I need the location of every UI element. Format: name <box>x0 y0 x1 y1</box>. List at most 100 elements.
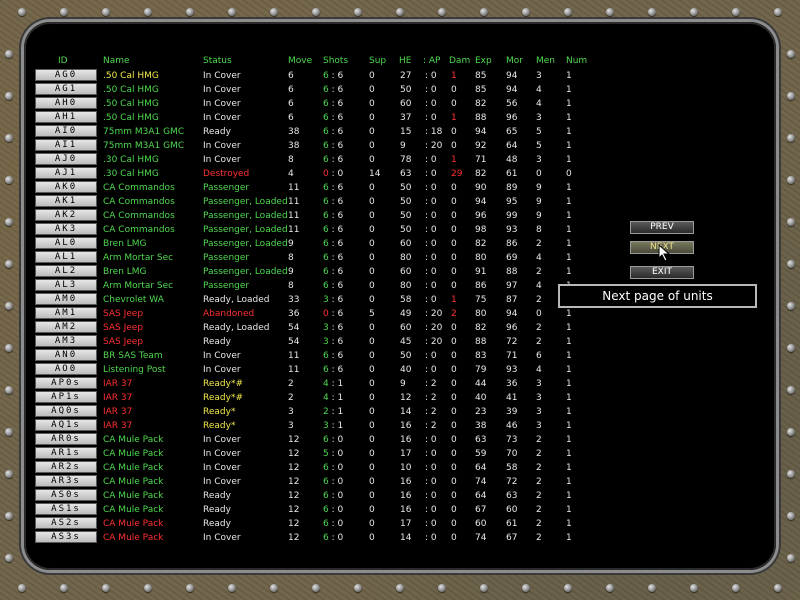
unit-he: 16 <box>400 435 412 445</box>
unit-shots: 6 : 6 <box>323 154 343 166</box>
table-row[interactable]: AH0.50 Cal HMG In Cover 6 6 : 6 0 60: 0 0 82 56 4… <box>0 97 800 111</box>
table-row[interactable]: AQ1s IAR 37 Ready* 3 3 : 1 0 16: 2 0 38 46 3 1 <box>0 419 800 433</box>
unit-num: 1 <box>566 183 572 193</box>
table-row[interactable]: AR0s CA Mule Pack In Cover 12 6 : 0 0 16: 0 0 63… <box>0 433 800 447</box>
unit-id-button[interactable]: AM2 <box>35 321 97 333</box>
table-row[interactable]: AJ0.30 Cal HMG In Cover 8 6 : 6 0 78: 0 1 71 48 3… <box>0 153 800 167</box>
unit-status: Passenger <box>203 183 250 193</box>
unit-id-button[interactable]: AH0 <box>35 97 97 109</box>
unit-sup: 0 <box>369 337 375 347</box>
unit-id-button[interactable]: AK1 <box>35 195 97 207</box>
unit-id-button[interactable]: AL0 <box>35 237 97 249</box>
unit-id-button[interactable]: AR2s <box>35 461 97 473</box>
table-row[interactable]: AM3 SAS Jeep Ready 54 3 : 6 0 45: 20 0 88 72 2 1 <box>0 335 800 349</box>
unit-status: Passenger, Loaded <box>203 267 288 277</box>
table-row[interactable]: AR2s CA Mule Pack In Cover 12 6 : 0 0 10: 0 0 64… <box>0 461 800 475</box>
unit-exp: 23 <box>475 407 487 417</box>
unit-id-button[interactable]: AR1s <box>35 447 97 459</box>
unit-id-button[interactable]: AL1 <box>35 251 97 263</box>
unit-id-button[interactable]: AG0 <box>35 69 97 81</box>
unit-mor: 48 <box>506 155 518 165</box>
table-row[interactable]: AS0s CA Mule Pack Ready 12 6 : 0 0 16: 0 0 64 63 2… <box>0 489 800 503</box>
shots-separator: : <box>328 533 338 543</box>
unit-dam: 0 <box>451 505 457 515</box>
unit-id-button[interactable]: AK0 <box>35 181 97 193</box>
table-row[interactable]: AG1.50 Cal HMG In Cover 6 6 : 6 0 50: 0 0 85 94 4… <box>0 83 800 97</box>
unit-id-button[interactable]: AR3s <box>35 475 97 487</box>
unit-id-button[interactable]: AH1 <box>35 111 97 123</box>
unit-men: 4 <box>536 253 542 263</box>
unit-id-button[interactable]: AS3s <box>35 531 97 543</box>
unit-id-button[interactable]: AJ1 <box>35 167 97 179</box>
rivet-icon <box>774 8 782 16</box>
rivet-icon <box>312 8 320 16</box>
table-row[interactable]: AN0 BR SAS Team In Cover 11 6 : 6 0 50: 0 0 83 71… <box>0 349 800 363</box>
unit-sup: 0 <box>369 351 375 361</box>
unit-men: 2 <box>536 435 542 445</box>
table-row[interactable]: AH1.50 Cal HMG In Cover 6 6 : 6 0 37: 0 1 88 96 3… <box>0 111 800 125</box>
unit-id-button[interactable]: AP1s <box>35 391 97 403</box>
unit-id-button[interactable]: AP0s <box>35 377 97 389</box>
rivet-icon <box>60 8 68 16</box>
unit-ap-value: 0 <box>430 183 437 193</box>
shots-separator: : <box>328 127 338 137</box>
table-row[interactable]: AO0 Listening Post In Cover 11 6 : 6 0 40: 007… <box>0 363 800 377</box>
unit-id-button[interactable]: AS0s <box>35 489 97 501</box>
table-row[interactable]: AK0 CA Commandos Passenger 11 6 : 6 0 50: 0 0 90… <box>0 181 800 195</box>
unit-id-button[interactable]: AI1 <box>35 139 97 151</box>
shots-separator: : <box>328 323 338 333</box>
table-row[interactable]: AR1s CA Mule Pack In Cover 12 5 : 0 0 17: 0 0 59… <box>0 447 800 461</box>
unit-shots: 3 : 6 <box>323 336 343 348</box>
table-row[interactable]: AJ1.30 Cal HMG Destroyed 4 0 : 0 14 63: 0 29 82… <box>0 167 800 181</box>
exit-button[interactable]: EXIT <box>630 266 694 279</box>
table-row[interactable]: AQ0s IAR 37 Ready* 3 2 : 1 0 14: 2 0 23 39 3 1 <box>0 405 800 419</box>
table-row[interactable]: AI1 75mm M3A1 GMC In Cover 38 6 : 609: 20 0 92… <box>0 139 800 153</box>
table-row[interactable]: AS2s CA Mule Pack Ready 12 6 : 0 0 17: 0 0 60 61 2… <box>0 517 800 531</box>
unit-id-button[interactable]: AK3 <box>35 223 97 235</box>
table-row[interactable]: AS1s CA Mule Pack Ready 12 6 : 0 0 16: 0 0 67 60 2… <box>0 503 800 517</box>
unit-exp: 85 <box>475 71 487 81</box>
unit-id-button[interactable]: AM3 <box>35 335 97 347</box>
table-row[interactable]: AG0.50 Cal HMG In Cover 6 6 : 6 0 27: 0 1 85 94 3… <box>0 69 800 83</box>
unit-id-button[interactable]: AS2s <box>35 517 97 529</box>
table-row[interactable]: AR3s CA Mule Pack In Cover 12 6 : 0 0 16: 0 0 74… <box>0 475 800 489</box>
table-row[interactable]: AM1 SAS Jeep Abandoned 36 0 : 6 5 49: 20 2 80 94 0… <box>0 307 800 321</box>
unit-id-button[interactable]: AM1 <box>35 307 97 319</box>
unit-shots: 3 : 6 <box>323 294 343 306</box>
unit-id-button[interactable]: AQ0s <box>35 405 97 417</box>
table-row[interactable]: AI0 75mm M3A1 GMC Ready 38 6 : 6 0 15: 18 0 94 65… <box>0 125 800 139</box>
header-men: Men <box>536 56 556 66</box>
unit-ap-value: 0 <box>430 477 437 487</box>
unit-id-button[interactable]: AL2 <box>35 265 97 277</box>
unit-id-button[interactable]: AN0 <box>35 349 97 361</box>
unit-dam: 0 <box>451 491 457 501</box>
unit-name: .50 Cal HMG <box>103 99 159 109</box>
table-row[interactable]: AP0s IAR 37 Ready*# 2 4 : 109: 2 0 44 36 3 1 <box>0 377 800 391</box>
unit-dam: 0 <box>451 379 457 389</box>
unit-men: 3 <box>536 407 542 417</box>
header-move: Move <box>288 56 313 66</box>
unit-id-button[interactable]: AR0s <box>35 433 97 445</box>
unit-id-button[interactable]: AQ1s <box>35 419 97 431</box>
unit-id-button[interactable]: AJ0 <box>35 153 97 165</box>
table-row[interactable]: AS3s CA Mule Pack In Cover 12 6 : 0 0 14: 0 0 74… <box>0 531 800 545</box>
table-row[interactable]: AK1 CA Commandos Passenger, Loaded 11 6 : 6 0… <box>0 195 800 209</box>
unit-id-button[interactable]: AM0 <box>35 293 97 305</box>
header-he: HE <box>399 56 412 66</box>
unit-id-button[interactable]: AO0 <box>35 363 97 375</box>
unit-dam: 1 <box>451 71 457 81</box>
table-row[interactable]: AM2 SAS Jeep Ready, Loaded 54 3 : 6 0 60: 20 0 8… <box>0 321 800 335</box>
unit-id-button[interactable]: AS1s <box>35 503 97 515</box>
unit-mor: 97 <box>506 281 518 291</box>
unit-ap-value: 0 <box>430 169 437 179</box>
unit-id-button[interactable]: AK2 <box>35 209 97 221</box>
table-row[interactable]: AP1s IAR 37 Ready*# 2 4 : 1 0 12: 2 0 40 41 3 1 <box>0 391 800 405</box>
unit-dam: 0 <box>451 281 457 291</box>
unit-ap-value: 20 <box>430 309 443 319</box>
unit-id-button[interactable]: AI0 <box>35 125 97 137</box>
unit-id-button[interactable]: AL3 <box>35 279 97 291</box>
prev-button[interactable]: PREV <box>630 221 694 234</box>
unit-ap-value: 0 <box>430 267 437 277</box>
unit-id-button[interactable]: AG1 <box>35 83 97 95</box>
unit-dam: 0 <box>451 351 457 361</box>
